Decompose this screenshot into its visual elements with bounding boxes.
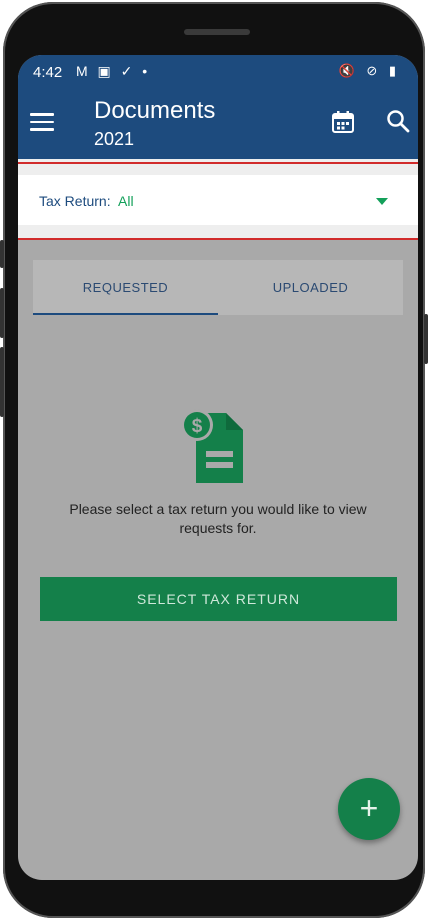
empty-state-message: Please select a tax return you would lik…	[69, 501, 367, 536]
select-tax-return-button[interactable]: SELECT TAX RETURN	[40, 577, 397, 621]
tab-uploaded[interactable]: UPLOADED	[218, 260, 403, 315]
phone-side-button	[0, 288, 4, 338]
page-subtitle: 2021	[94, 129, 135, 149]
calendar-icon[interactable]	[332, 111, 354, 133]
app-bar: Documents 2021	[18, 89, 418, 159]
phone-frame: 4:42 M ▣ ✓ • 🔇 ⊘ ▮ Documents 2021 Tax Re…	[0, 2, 428, 918]
filter-band-bottom	[18, 225, 418, 239]
tax-document-icon: $	[181, 409, 243, 483]
status-bar: 4:42 M ▣ ✓ • 🔇 ⊘ ▮	[18, 55, 418, 89]
tab-requested[interactable]: REQUESTED	[33, 260, 218, 315]
filter-value[interactable]: All	[118, 193, 134, 209]
phone-side-button	[0, 347, 4, 417]
search-icon[interactable]	[386, 109, 410, 133]
menu-icon[interactable]	[30, 113, 54, 131]
filter-band-top	[18, 159, 418, 175]
add-button[interactable]: +	[338, 778, 400, 840]
filter-label: Tax Return:	[39, 193, 111, 209]
tab-bar: REQUESTED UPLOADED	[33, 260, 403, 315]
page-title: Documents	[94, 97, 216, 124]
tab-indicator	[33, 313, 218, 315]
system-icons: 🔇 ⊘ ▮	[338, 63, 400, 78]
status-time: 4:42	[33, 64, 63, 81]
screen: 4:42 M ▣ ✓ • 🔇 ⊘ ▮ Documents 2021 Tax Re…	[18, 55, 418, 880]
notification-icons: M ▣ ✓ •	[76, 63, 151, 79]
chevron-down-icon[interactable]	[376, 198, 388, 205]
svg-text:$: $	[192, 416, 203, 437]
phone-speaker	[184, 29, 250, 35]
tax-return-filter[interactable]: Tax Return: All	[18, 175, 418, 225]
phone-side-button	[0, 240, 4, 268]
phone-power-button	[424, 314, 428, 364]
